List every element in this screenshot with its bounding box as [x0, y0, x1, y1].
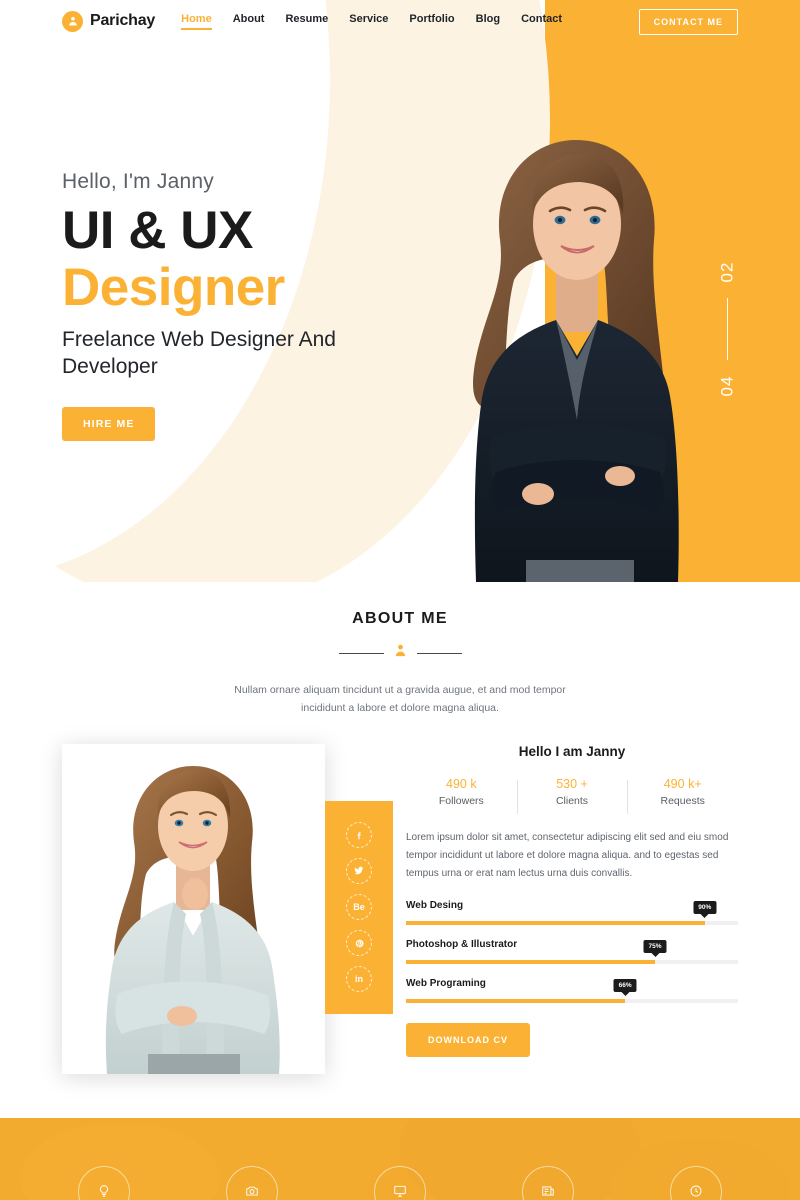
about-image-card	[62, 743, 325, 1074]
hire-me-button[interactable]: HIRE ME	[62, 407, 156, 442]
linkedin-icon[interactable]: in	[346, 966, 372, 993]
slide-counter-divider	[727, 298, 729, 360]
skill-web-programing: Web Programing 66%	[406, 978, 738, 1004]
stat-followers-value: 490 k	[446, 776, 477, 791]
slide-total: 02	[717, 261, 737, 283]
stat-requests-label: Requests	[660, 794, 705, 807]
stat-clients-value: 530 +	[556, 776, 588, 791]
skills-list: Web Desing 90% Photoshop & Illustrator 7…	[406, 900, 738, 1004]
service-icons-row	[0, 1166, 800, 1200]
monitor-icon[interactable]	[374, 1166, 426, 1200]
nav-item-blog[interactable]: Blog	[476, 13, 500, 29]
divider-line-left	[338, 652, 384, 654]
nav-links: Home About Resume Service Portfolio Blog…	[181, 13, 583, 30]
facebook-icon[interactable]	[346, 822, 372, 849]
stat-clients-label: Clients	[555, 794, 589, 807]
skill-web-programing-track: 66%	[406, 979, 738, 1004]
hero-section: Hello, I'm Janny UI & UX Designer Freela…	[0, 0, 800, 582]
stat-requests: 490 k+ Requests	[627, 776, 738, 814]
portfolio-landing-page: Hello, I'm Janny UI & UX Designer Freela…	[0, 0, 800, 1200]
about-details: Hello I am Janny 490 k Followers 530 + C…	[406, 744, 738, 1058]
hero-subtitle: Freelance Web Designer And Developer	[62, 328, 336, 379]
nav-item-home[interactable]: Home	[181, 13, 212, 30]
hero-title-line-2: Designer	[62, 258, 285, 318]
pinterest-icon[interactable]	[346, 930, 372, 957]
stats-row: 490 k Followers 530 + Clients 490 k+ Req…	[406, 776, 738, 814]
about-section: ABOUT ME Nullam ornare aliquam tincidunt…	[0, 582, 800, 1110]
skill-photoshop-illustrator-track: 75%	[406, 940, 738, 965]
brand-name: Parichay	[90, 12, 156, 29]
main-navbar: Parichay Home About Resume Service Portf…	[0, 0, 800, 42]
skill-web-programing-percent: 66%	[613, 979, 637, 993]
nav-item-resume[interactable]: Resume	[285, 13, 328, 29]
nav-item-portfolio[interactable]: Portfolio	[409, 13, 454, 29]
about-body: Be in Hello I am Janny 490 k Followers 5…	[0, 743, 800, 1094]
skill-photoshop-illustrator-percent: 75%	[643, 940, 667, 954]
about-portrait-image	[105, 765, 280, 1074]
divider-line-right	[416, 652, 462, 654]
about-section-title: ABOUT ME	[352, 610, 448, 627]
contact-me-button[interactable]: CONTACT ME	[638, 9, 738, 35]
hero-content: Hello, I'm Janny UI & UX Designer Freela…	[62, 170, 482, 442]
skill-web-desing-fill	[406, 921, 705, 926]
skill-web-programing-fill	[406, 999, 626, 1004]
stat-requests-value: 490 k+	[663, 776, 702, 791]
slide-current: 04	[717, 375, 737, 397]
hero-title-line-1: UI & UX	[62, 201, 253, 260]
hero-slide-counter: 02 04	[717, 261, 738, 397]
about-section-description: Nullam ornare aliquam tincidunt ut a gra…	[234, 684, 566, 715]
social-links-bar: Be in	[325, 800, 393, 1014]
about-paragraph: Lorem ipsum dolor sit amet, consectetur …	[406, 831, 729, 880]
skill-photoshop-illustrator-label: Photoshop & Illustrator	[406, 939, 518, 951]
clock-icon[interactable]	[670, 1166, 722, 1200]
lightbulb-icon[interactable]	[78, 1166, 130, 1200]
skill-web-programing-label: Web Programing	[406, 978, 486, 990]
nav-item-service[interactable]: Service	[349, 13, 388, 29]
skill-web-desing-track: 90%	[406, 901, 738, 926]
skill-photoshop-illustrator-fill	[406, 960, 655, 965]
stat-followers-label: Followers	[438, 794, 484, 807]
person-badge-icon	[393, 643, 408, 663]
download-cv-button[interactable]: DOWNLOAD CV	[406, 1023, 530, 1058]
twitter-icon[interactable]	[346, 858, 372, 885]
skill-web-desing-percent: 90%	[693, 901, 717, 915]
user-avatar-icon	[62, 10, 83, 32]
camera-icon[interactable]	[226, 1166, 278, 1200]
skill-web-desing: Web Desing 90%	[406, 900, 738, 926]
section-divider	[0, 643, 800, 663]
skill-web-desing-label: Web Desing	[406, 900, 464, 912]
services-strip-section	[0, 1118, 800, 1200]
about-section-header: ABOUT ME Nullam ornare aliquam tincidunt…	[0, 582, 800, 718]
hero-greeting: Hello, I'm Janny	[62, 170, 214, 193]
brand-logo-group[interactable]: Parichay	[62, 10, 156, 32]
nav-item-contact[interactable]: Contact	[521, 13, 562, 29]
nav-item-about[interactable]: About	[233, 13, 265, 29]
about-heading: Hello I am Janny	[518, 743, 626, 759]
behance-icon[interactable]: Be	[346, 894, 372, 921]
stat-clients: 530 + Clients	[516, 776, 628, 814]
newspaper-icon[interactable]	[522, 1166, 574, 1200]
stat-followers: 490 k Followers	[406, 777, 517, 807]
skill-photoshop-illustrator: Photoshop & Illustrator 75%	[406, 939, 738, 965]
